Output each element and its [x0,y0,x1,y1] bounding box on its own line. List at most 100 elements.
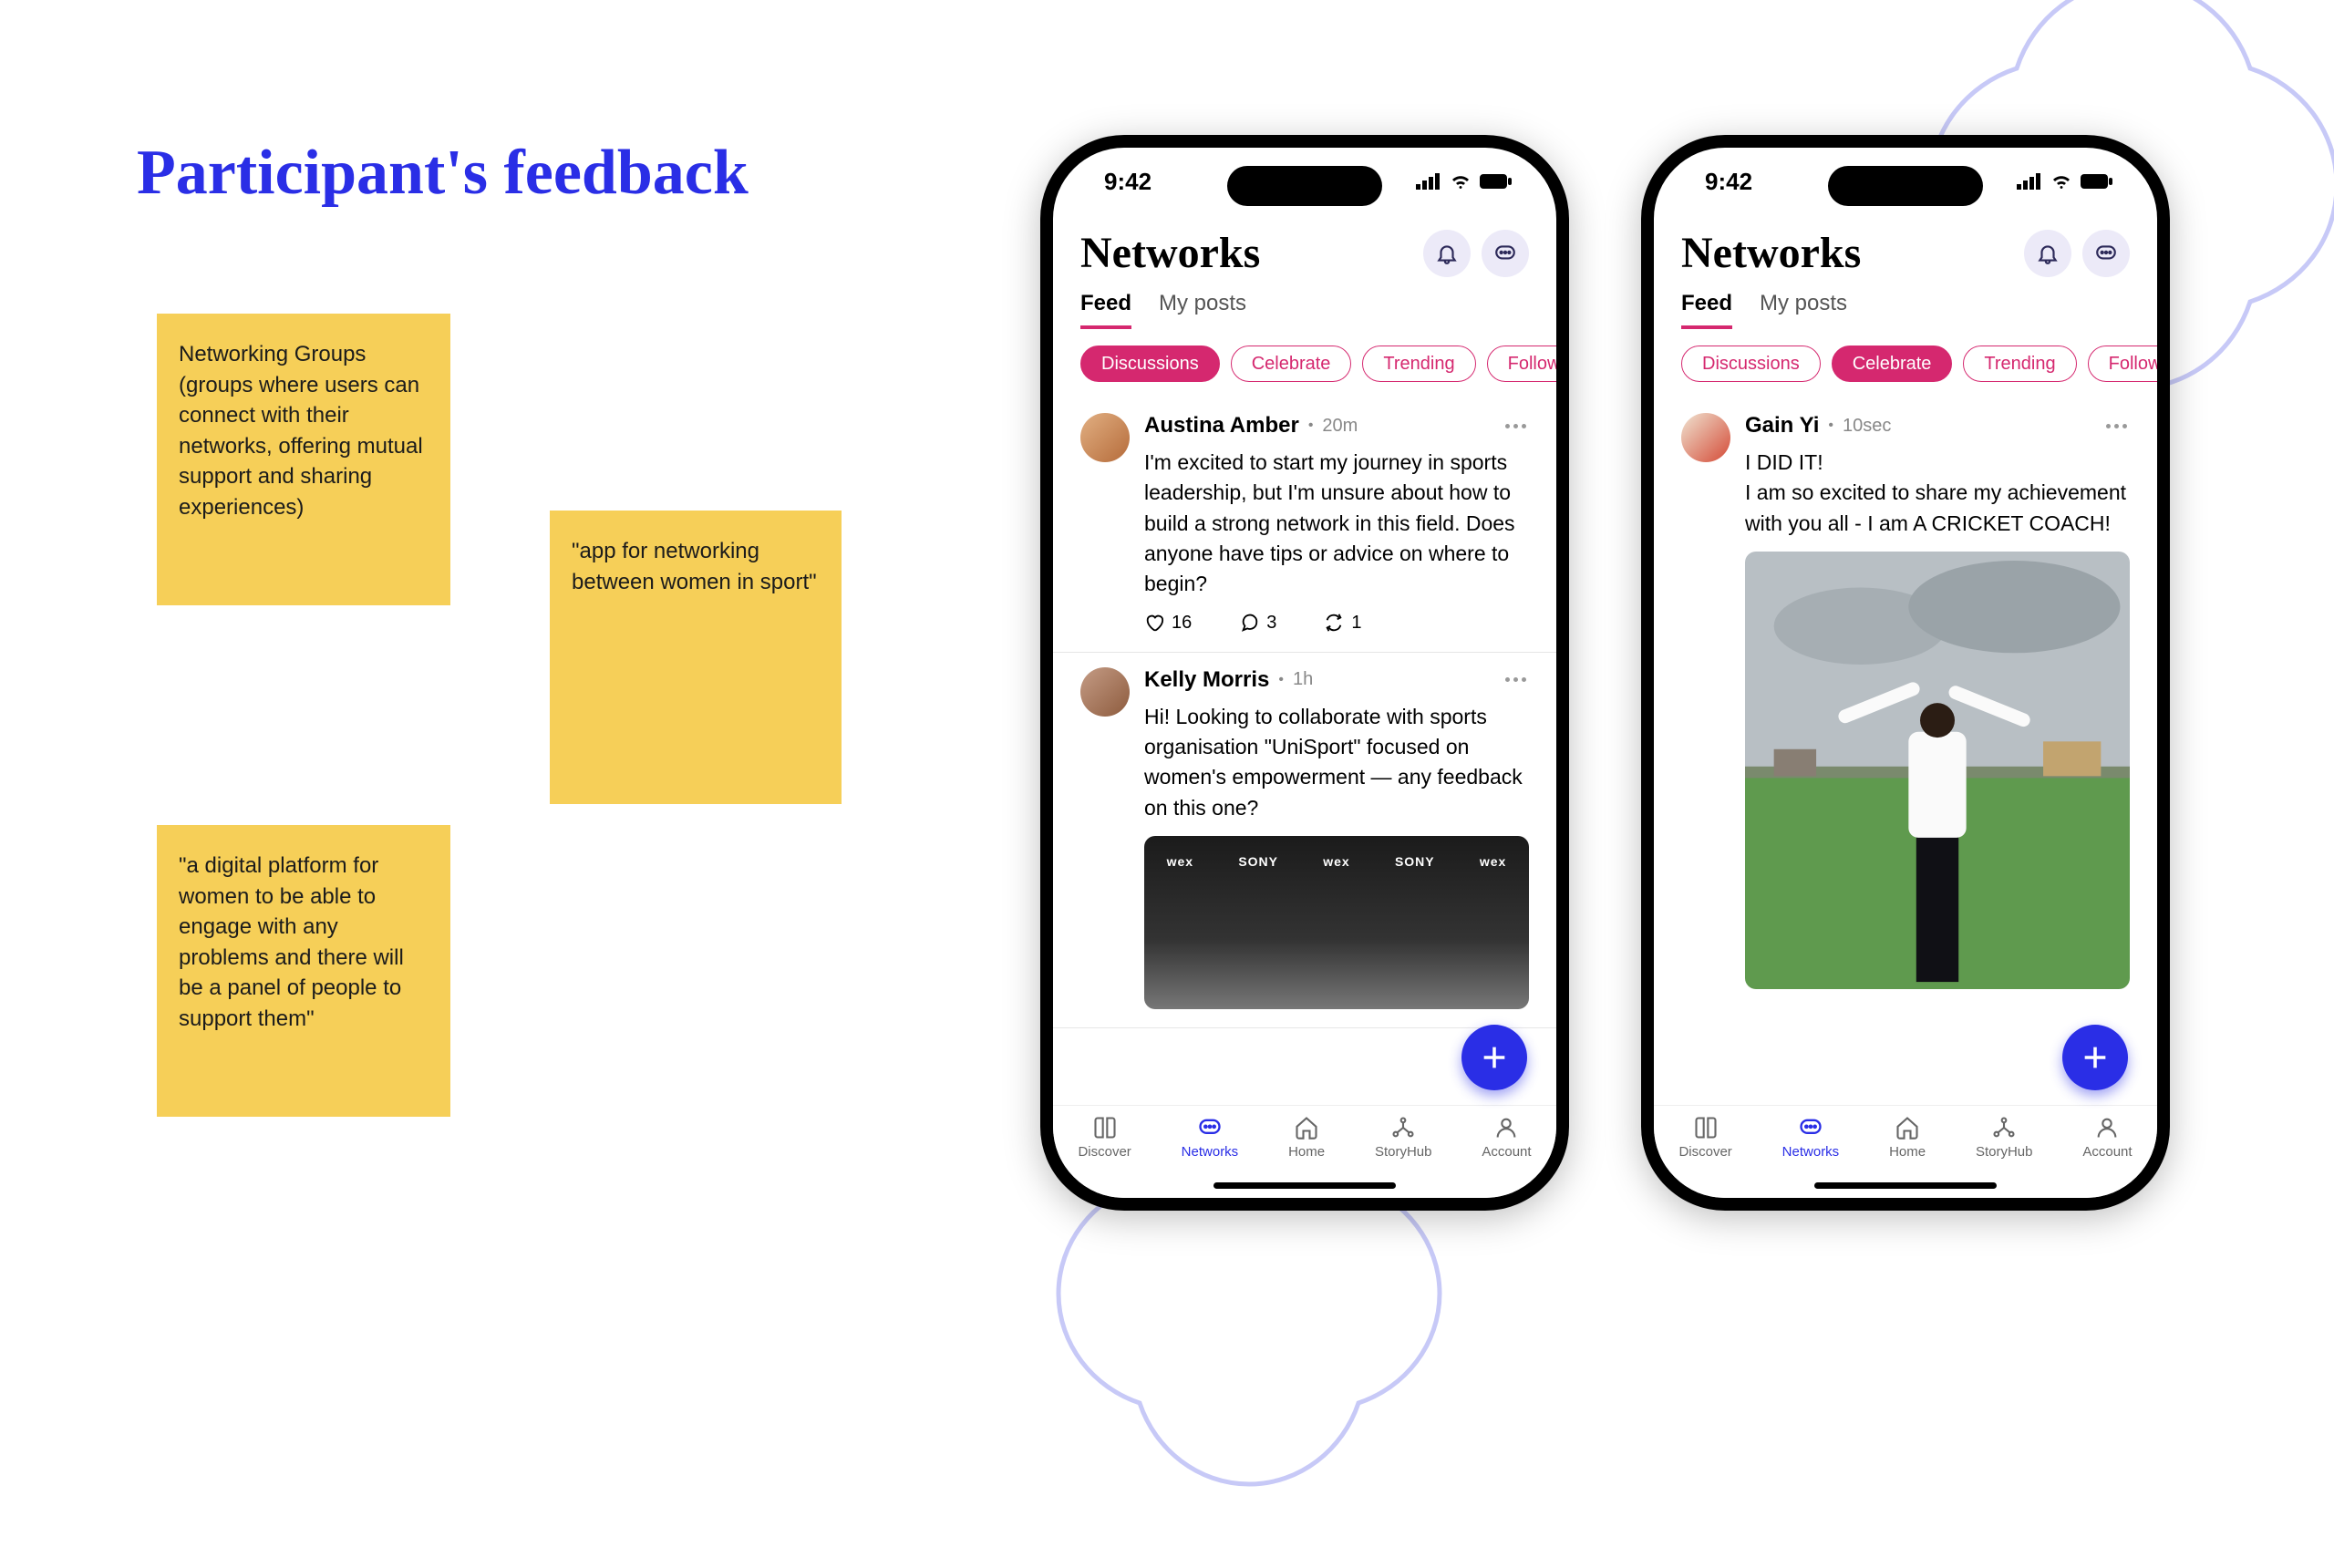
like-button[interactable]: 16 [1144,613,1192,634]
phone-mockup-a: 9:42 Networks Feed My posts Discu [1040,135,1569,1211]
chip-following[interactable]: Following [2088,346,2157,382]
sticky-note-3: "a digital platform for women to be able… [157,825,450,1117]
post-time: 20m [1322,416,1358,437]
image-brand-overlay: wex SONY wex SONY wex [1144,854,1529,869]
user-icon [1493,1115,1519,1140]
chat-icon [2094,242,2118,265]
nav-storyhub[interactable]: StoryHub [1375,1115,1432,1160]
separator-dot: • [1828,418,1833,434]
post-author: Gain Yi [1745,413,1819,438]
sticky-note-1: Networking Groups (groups where users ca… [157,314,450,605]
nav-account[interactable]: Account [2082,1115,2132,1160]
post-more-button[interactable] [2102,421,2130,430]
notifications-button[interactable] [2024,230,2071,277]
plus-icon [1479,1042,1510,1073]
repost-count: 1 [1351,613,1361,634]
repost-button[interactable]: 1 [1324,613,1361,634]
chip-trending[interactable]: Trending [1963,346,2076,382]
post-text: Hi! Looking to collaborate with sports o… [1144,702,1529,823]
phone-notch [1828,166,1983,206]
nav-label: Home [1288,1144,1325,1160]
user-icon [2094,1115,2120,1140]
nav-label: Discover [1678,1144,1731,1160]
bell-icon [2036,242,2060,265]
comment-icon [1239,613,1259,633]
nav-storyhub[interactable]: StoryHub [1976,1115,2033,1160]
nav-label: Discover [1078,1144,1131,1160]
avatar[interactable] [1080,413,1130,462]
network-icon [1390,1115,1416,1140]
separator-dot: • [1278,672,1284,688]
phone-mockup-b: 9:42 Networks Feed My posts Discu [1641,135,2170,1211]
tab-feed[interactable]: Feed [1080,291,1131,329]
chip-trending[interactable]: Trending [1362,346,1475,382]
sticky-note-2: "app for networking between women in spo… [550,511,842,804]
status-time: 9:42 [1104,168,1152,196]
post-image[interactable]: wex SONY wex SONY wex [1144,836,1529,1009]
nav-discover[interactable]: Discover [1078,1115,1131,1160]
chat-icon [1493,242,1517,265]
nav-home[interactable]: Home [1889,1115,1926,1160]
post-image[interactable] [1745,552,2130,989]
chip-celebrate[interactable]: Celebrate [1231,346,1352,382]
avatar[interactable] [1080,667,1130,717]
tab-myposts[interactable]: My posts [1760,291,1847,329]
page-title: Participant's feedback [137,137,749,210]
nav-label: Networks [1182,1144,1239,1160]
home-indicator[interactable] [1814,1182,1997,1189]
home-icon [1895,1115,1920,1140]
tab-myposts[interactable]: My posts [1159,291,1246,329]
chip-following[interactable]: Following [1487,346,1556,382]
nav-label: Account [2082,1144,2132,1160]
messages-button[interactable] [2082,230,2130,277]
status-time: 9:42 [1705,168,1752,196]
chip-celebrate[interactable]: Celebrate [1832,346,1953,382]
bell-icon [1435,242,1459,265]
nav-account[interactable]: Account [1482,1115,1531,1160]
nav-networks[interactable]: Networks [1182,1115,1239,1160]
chat-icon [1798,1115,1823,1140]
post-time: 10sec [1843,416,1891,437]
post-more-button[interactable] [1502,676,1529,685]
signal-icon [1416,173,1441,190]
nav-label: StoryHub [1976,1144,2033,1160]
tab-feed[interactable]: Feed [1681,291,1732,329]
create-post-button[interactable] [1461,1025,1527,1090]
separator-dot: • [1308,418,1314,434]
book-icon [1693,1115,1719,1140]
screen-title: Networks [1681,228,1861,278]
chip-discussions[interactable]: Discussions [1080,346,1220,382]
nav-discover[interactable]: Discover [1678,1115,1731,1160]
nav-label: Account [1482,1144,1531,1160]
heart-icon [1144,613,1164,633]
create-post-button[interactable] [2062,1025,2128,1090]
like-count: 16 [1172,613,1192,634]
home-icon [1294,1115,1319,1140]
post-item[interactable]: Kelly Morris • 1h Hi! Looking to collabo… [1053,653,1556,1028]
nav-label: Networks [1782,1144,1840,1160]
messages-button[interactable] [1482,230,1529,277]
avatar[interactable] [1681,413,1730,462]
comment-button[interactable]: 3 [1239,613,1276,634]
notifications-button[interactable] [1423,230,1471,277]
post-author: Austina Amber [1144,413,1299,438]
screen-title: Networks [1080,228,1260,278]
post-text: I'm excited to start my journey in sport… [1144,448,1529,600]
post-item[interactable]: Gain Yi • 10sec I DID IT! I am so excite… [1654,398,2157,1007]
nav-networks[interactable]: Networks [1782,1115,1840,1160]
nav-home[interactable]: Home [1288,1115,1325,1160]
nav-label: Home [1889,1144,1926,1160]
repost-icon [1324,613,1344,633]
wifi-icon [1449,173,1472,190]
home-indicator[interactable] [1213,1182,1396,1189]
nav-label: StoryHub [1375,1144,1432,1160]
post-author: Kelly Morris [1144,667,1269,693]
wifi-icon [2050,173,2073,190]
phone-notch [1227,166,1382,206]
post-more-button[interactable] [1502,421,1529,430]
battery-icon [2081,173,2113,190]
post-time: 1h [1293,669,1313,690]
chip-discussions[interactable]: Discussions [1681,346,1821,382]
post-item[interactable]: Austina Amber • 20m I'm excited to start… [1053,398,1556,653]
chat-icon [1197,1115,1223,1140]
